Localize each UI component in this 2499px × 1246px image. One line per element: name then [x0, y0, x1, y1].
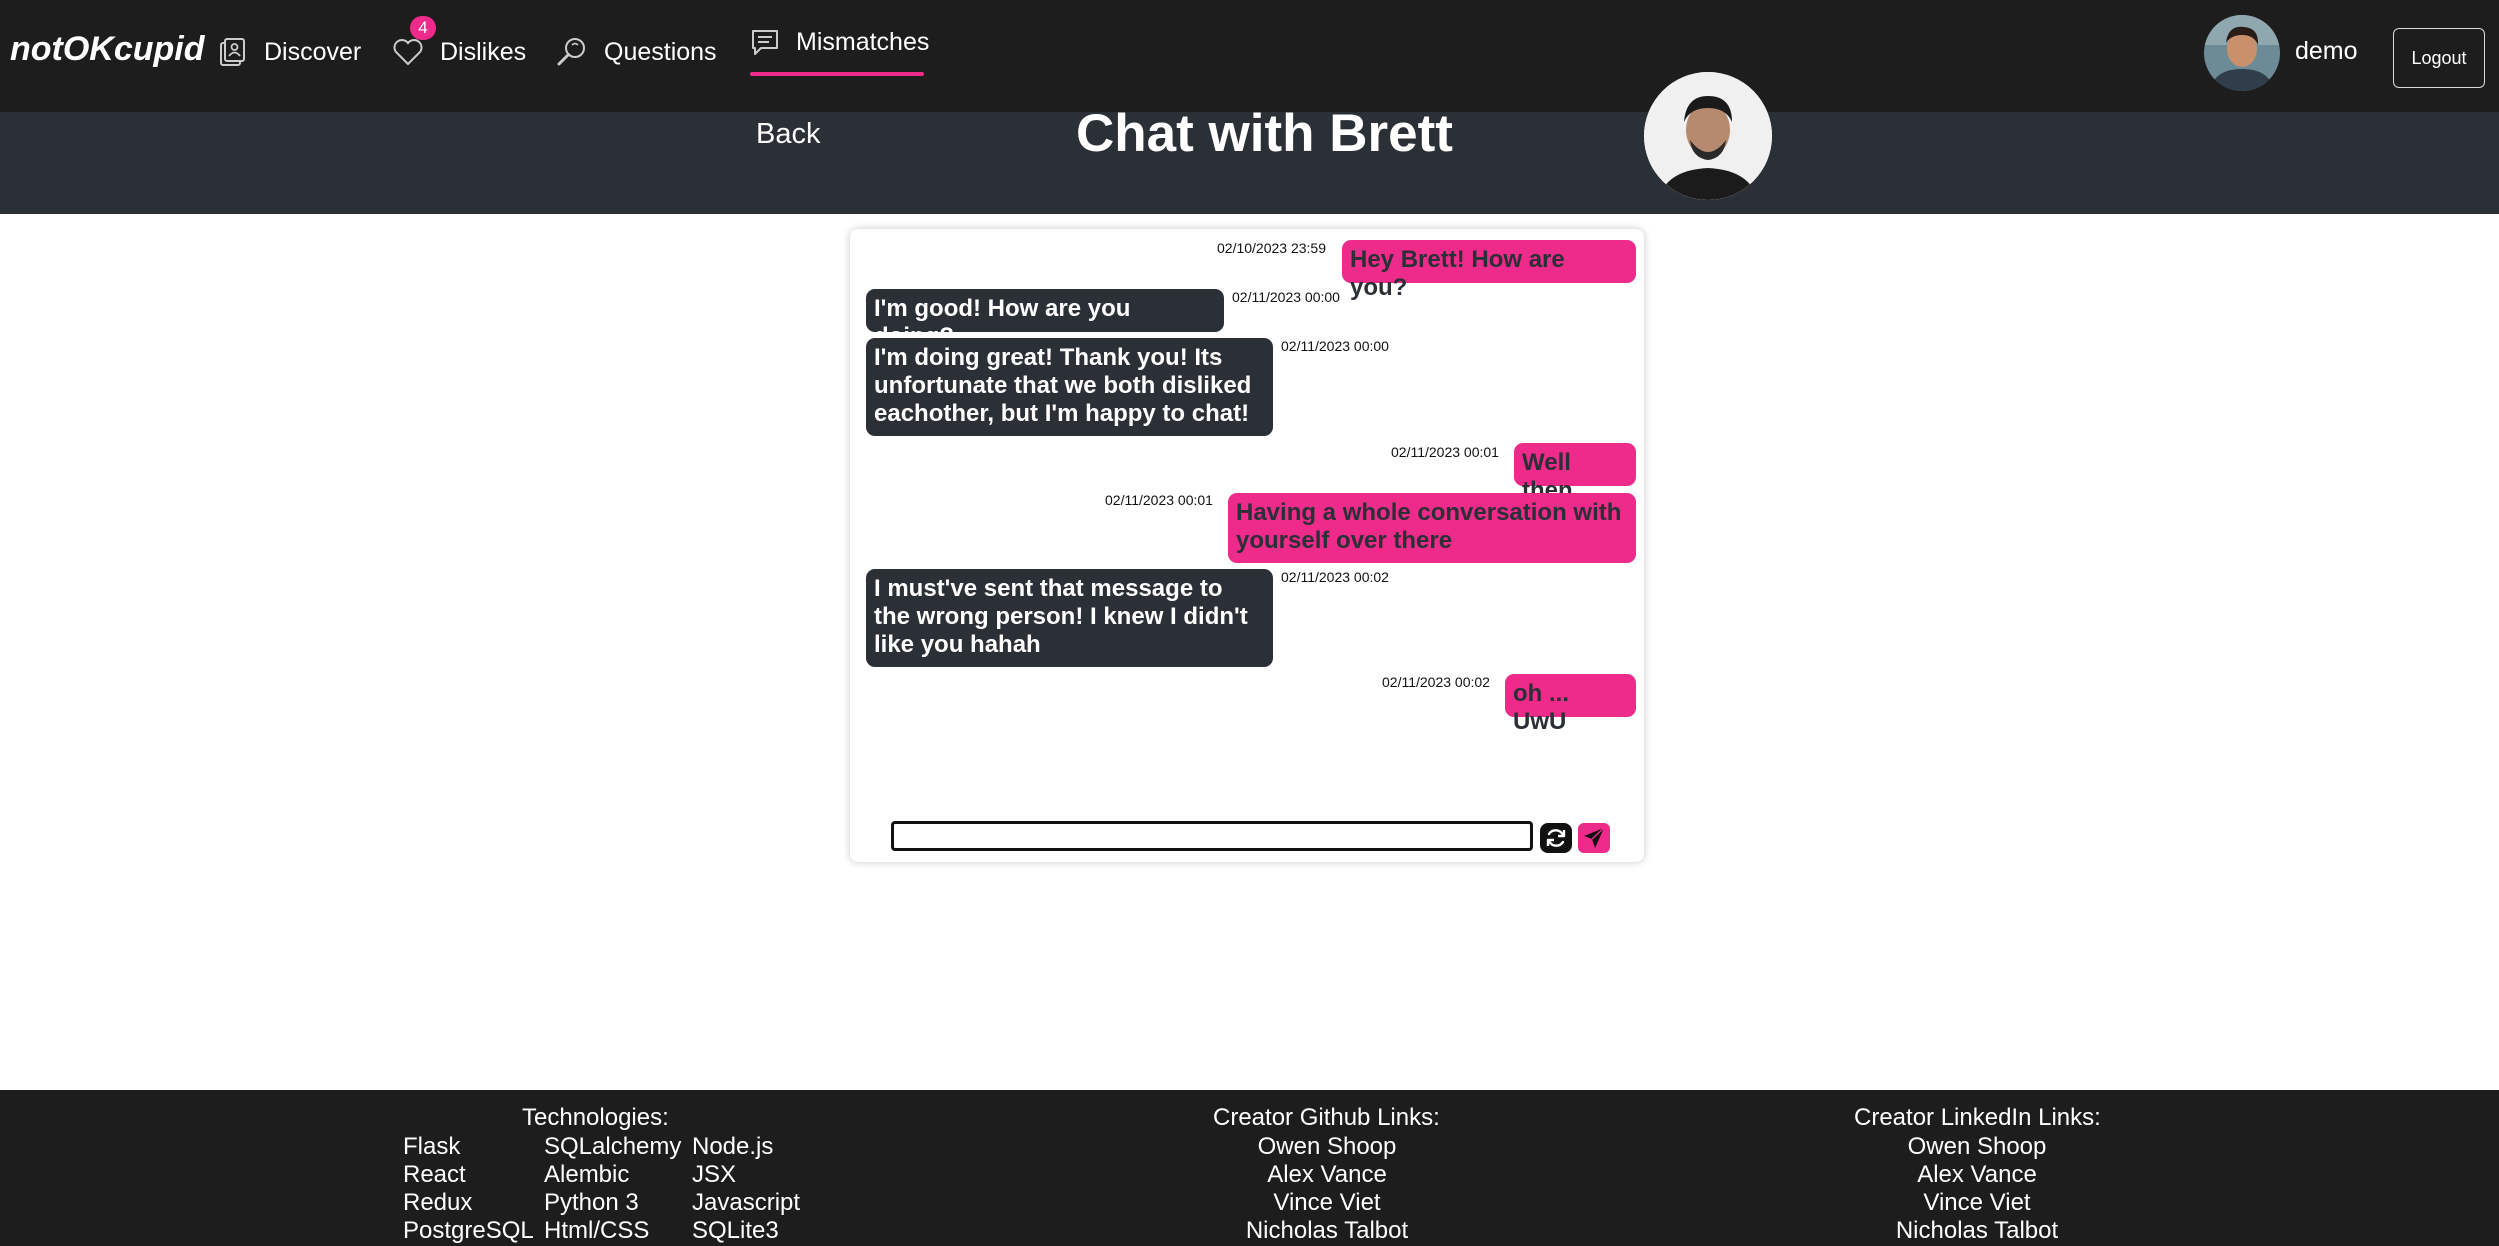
nav-mismatches[interactable]: Mismatches [750, 22, 929, 62]
technology-item: Flask [403, 1133, 461, 1160]
message-bubble-received: I'm doing great! Thank you! Its unfortun… [866, 338, 1273, 436]
technologies-column-3: Node.js JSX Javascript SQLite3 [692, 1133, 800, 1245]
chat-title: Chat with Brett [1076, 104, 1453, 163]
send-icon [1584, 827, 1605, 848]
technology-item: Alembic [544, 1161, 630, 1188]
technologies-column-2: SQLalchemy Alembic Python 3 Html/CSS [544, 1133, 681, 1245]
match-avatar[interactable] [1644, 72, 1772, 200]
refresh-button[interactable] [1540, 823, 1572, 853]
message-timestamp: 02/11/2023 00:01 [1391, 444, 1499, 460]
message-bubble-received: I must've sent that message to the wrong… [866, 569, 1273, 667]
nav-discover[interactable]: Discover [218, 32, 361, 72]
nav-discover-label: Discover [264, 37, 362, 66]
github-link[interactable]: Nicholas Talbot [1227, 1217, 1427, 1245]
back-link[interactable]: Back [756, 118, 820, 151]
technology-item: JSX [692, 1161, 737, 1188]
refresh-icon [1546, 829, 1566, 847]
message-input[interactable] [891, 821, 1533, 851]
message-bubble-sent: Having a whole conversation with yoursel… [1228, 493, 1636, 563]
logout-button[interactable]: Logout [2393, 28, 2485, 88]
technology-item: Javascript [692, 1189, 801, 1216]
magnifier-icon [557, 38, 585, 66]
top-navbar: notOKcupid Discover Dislikes 4 Questions [0, 0, 2499, 112]
message-timestamp: 02/11/2023 00:00 [1232, 289, 1340, 305]
github-link[interactable]: Alex Vance [1227, 1161, 1427, 1189]
brand-logo[interactable]: notOKcupid [10, 30, 205, 69]
message-bubble-sent: oh ... UwU [1505, 674, 1636, 735]
message-timestamp: 02/11/2023 00:02 [1281, 569, 1389, 585]
heart-icon [393, 39, 423, 66]
message-bubble-received: I'm good! How are you doing? [866, 289, 1224, 350]
github-link[interactable]: Owen Shoop [1227, 1133, 1427, 1161]
nav-questions[interactable]: Questions [556, 32, 717, 72]
technology-item: SQLite3 [692, 1217, 779, 1244]
linkedin-link[interactable]: Nicholas Talbot [1877, 1217, 2077, 1245]
linkedin-link[interactable]: Alex Vance [1877, 1161, 2077, 1189]
technologies-column-1: Flask React Redux PostgreSQL [403, 1133, 534, 1245]
technology-item: React [403, 1161, 466, 1188]
technology-item: SQLalchemy [544, 1133, 682, 1160]
send-button[interactable] [1578, 823, 1610, 853]
message-bubble-sent: Well then [1514, 443, 1636, 504]
nav-dislikes-label: Dislikes [440, 37, 527, 66]
technology-item: PostgreSQL [403, 1217, 534, 1244]
discover-icon [220, 38, 245, 66]
nav-questions-label: Questions [604, 37, 717, 66]
technologies-title: Technologies: [522, 1104, 669, 1131]
technology-item: Node.js [692, 1133, 774, 1160]
dislikes-count-badge: 4 [410, 16, 436, 40]
footer: Technologies: Flask React Redux PostgreS… [0, 1090, 2499, 1246]
github-link[interactable]: Vince Viet [1227, 1189, 1427, 1217]
message-bubble-sent: Hey Brett! How are you? [1342, 240, 1636, 301]
github-links-list: Owen Shoop Alex Vance Vince Viet Nichola… [1227, 1133, 1427, 1245]
username: demo [2295, 37, 2358, 65]
technology-item: Html/CSS [544, 1217, 650, 1244]
active-tab-indicator [750, 72, 924, 76]
message-timestamp: 02/10/2023 23:59 [1217, 240, 1326, 256]
technology-item: Redux [403, 1189, 473, 1216]
message-timestamp: 02/11/2023 00:02 [1382, 674, 1490, 690]
linkedin-links-list: Owen Shoop Alex Vance Vince Viet Nichola… [1877, 1133, 2077, 1245]
technology-item: Python 3 [544, 1189, 639, 1216]
linkedin-link[interactable]: Vince Viet [1877, 1189, 2077, 1217]
github-links-title: Creator Github Links: [1213, 1104, 1440, 1131]
message-timestamp: 02/11/2023 00:01 [1105, 492, 1213, 508]
message-timestamp: 02/11/2023 00:00 [1281, 338, 1389, 354]
nav-dislikes[interactable]: Dislikes [392, 32, 526, 72]
linkedin-links-title: Creator LinkedIn Links: [1854, 1104, 2101, 1131]
nav-mismatches-label: Mismatches [796, 27, 930, 56]
chat-icon [752, 30, 778, 55]
user-avatar[interactable] [2204, 15, 2280, 91]
linkedin-link[interactable]: Owen Shoop [1877, 1133, 2077, 1161]
